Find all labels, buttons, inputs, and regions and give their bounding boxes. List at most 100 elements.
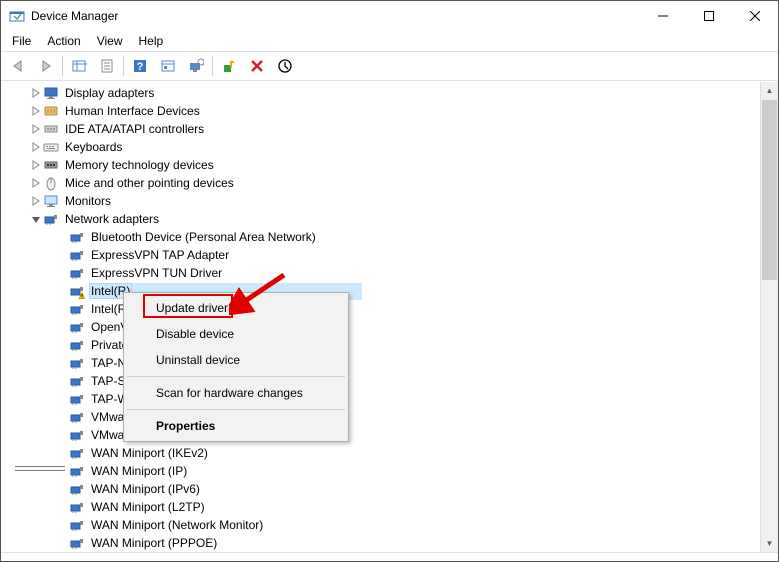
tree-device[interactable]: ExpressVPN TAP Adapter (5, 246, 760, 264)
tree-label: Bluetooth Device (Personal Area Network) (89, 229, 318, 245)
expand-icon[interactable] (29, 122, 43, 136)
app-icon (9, 8, 25, 24)
tree-device[interactable]: WAN Miniport (PPPOE) (5, 534, 760, 552)
tree-device[interactable]: TAP-W (5, 390, 760, 408)
tree-device[interactable]: WAN Miniport (IKEv2) (5, 444, 760, 462)
tree-device[interactable]: WAN Miniport (IPv6) (5, 480, 760, 498)
ctx-disable-device[interactable]: Disable device (126, 321, 346, 347)
tree-category[interactable]: IDE ATA/ATAPI controllers (5, 120, 760, 138)
tree-category[interactable]: Memory technology devices (5, 156, 760, 174)
expand-icon[interactable] (29, 86, 43, 100)
network-adapter-icon (69, 373, 85, 389)
scroll-thumb[interactable] (762, 100, 777, 280)
tree-device[interactable]: ExpressVPN TUN Driver (5, 264, 760, 282)
expand-icon[interactable] (29, 104, 43, 118)
tree-label: IDE ATA/ATAPI controllers (63, 121, 206, 137)
help-button[interactable]: ? (127, 53, 153, 79)
tree-label: WAN Miniport (IKEv2) (89, 445, 210, 461)
menu-view[interactable]: View (90, 32, 130, 50)
tree-label: WAN Miniport (IPv6) (89, 481, 202, 497)
expand-icon[interactable] (29, 176, 43, 190)
tree-label: Network adapters (63, 211, 161, 227)
tree-category[interactable]: Keyboards (5, 138, 760, 156)
network-adapter-icon (69, 481, 85, 497)
minimize-button[interactable] (640, 1, 686, 31)
network-adapter-icon (69, 409, 85, 425)
mouse-icon (43, 175, 59, 191)
tree-label: Monitors (63, 193, 113, 209)
ctx-scan-hardware[interactable]: Scan for hardware changes (126, 380, 346, 406)
ide-icon (43, 121, 59, 137)
tree-category[interactable]: Mice and other pointing devices (5, 174, 760, 192)
tree-label: WAN Miniport (IP) (89, 463, 189, 479)
menu-action[interactable]: Action (40, 32, 87, 50)
tree-device[interactable]: WAN Miniport (IP) (5, 462, 760, 480)
titlebar: Device Manager (1, 1, 778, 31)
scroll-down-arrow[interactable]: ▼ (761, 535, 778, 552)
scroll-up-arrow[interactable]: ▲ (761, 82, 778, 99)
device-manager-window: Device Manager File Action View Help ? D… (0, 0, 779, 562)
forward-button[interactable] (33, 53, 59, 79)
tree-device[interactable]: Bluetooth Device (Personal Area Network) (5, 228, 760, 246)
status-bar (1, 552, 778, 561)
ctx-uninstall-device[interactable]: Uninstall device (126, 347, 346, 373)
expand-icon[interactable] (29, 194, 43, 208)
tree-label: Keyboards (63, 139, 124, 155)
menu-file[interactable]: File (5, 32, 38, 50)
tree-device[interactable]: WAN Miniport (L2TP) (5, 498, 760, 516)
menu-help[interactable]: Help (132, 32, 171, 50)
tree-device[interactable]: !Intel(R) (5, 282, 760, 300)
tree-label: Mice and other pointing devices (63, 175, 236, 191)
network-adapter-icon (69, 535, 85, 551)
tree-label: Display adapters (63, 85, 156, 101)
toolbar-separator (62, 56, 63, 76)
tree-label: WAN Miniport (Network Monitor) (89, 517, 265, 533)
toolbar-separator (212, 56, 213, 76)
tree-device[interactable]: TAP-Su (5, 372, 760, 390)
update-driver-button[interactable] (216, 53, 242, 79)
resize-grip (15, 466, 65, 471)
network-adapter-icon (69, 427, 85, 443)
svg-text:?: ? (137, 61, 144, 73)
content-area: Display adapters Human Interface Devices I… (1, 81, 778, 552)
tree-device[interactable]: WAN Miniport (Network Monitor) (5, 516, 760, 534)
properties-button[interactable] (94, 53, 120, 79)
network-adapter-icon (69, 391, 85, 407)
toolbar: ? (1, 51, 778, 81)
ctx-separator (127, 376, 345, 377)
ctx-properties[interactable]: Properties (126, 413, 346, 439)
tree-device[interactable]: TAP-N (5, 354, 760, 372)
tree-device[interactable]: Private (5, 336, 760, 354)
uninstall-button[interactable] (244, 53, 270, 79)
tree-device[interactable]: VMware Virtual Ethernet Adapter for VMne… (5, 426, 760, 444)
tree-label: Human Interface Devices (63, 103, 202, 119)
collapse-icon[interactable] (29, 212, 43, 226)
tree-label: WAN Miniport (PPPOE) (89, 535, 219, 551)
ctx-separator (127, 409, 345, 410)
keyboard-icon (43, 139, 59, 155)
tree-device[interactable]: Intel(R) (5, 300, 760, 318)
device-tree[interactable]: Display adapters Human Interface Devices I… (1, 82, 760, 552)
tree-device[interactable]: VMware Virtual Ethernet Adapter for VMne… (5, 408, 760, 426)
tree-category[interactable]: Monitors (5, 192, 760, 210)
close-button[interactable] (732, 1, 778, 31)
disable-button[interactable] (272, 53, 298, 79)
maximize-button[interactable] (686, 1, 732, 31)
tree-device[interactable]: OpenV (5, 318, 760, 336)
tree-category[interactable]: Human Interface Devices (5, 102, 760, 120)
scan-hardware-button[interactable] (183, 53, 209, 79)
memory-icon (43, 157, 59, 173)
back-button[interactable] (5, 53, 31, 79)
tree-category-network[interactable]: Network adapters (5, 210, 760, 228)
network-adapter-icon (69, 499, 85, 515)
vertical-scrollbar[interactable]: ▲ ▼ (760, 82, 778, 552)
show-hide-tree-button[interactable] (66, 53, 92, 79)
tree-label: ExpressVPN TAP Adapter (89, 247, 231, 263)
action-button[interactable] (155, 53, 181, 79)
monitor-icon (43, 193, 59, 209)
expand-icon[interactable] (29, 140, 43, 154)
ctx-update-driver[interactable]: Update driver (126, 295, 346, 321)
expand-icon[interactable] (29, 158, 43, 172)
tree-label: WAN Miniport (L2TP) (89, 499, 207, 515)
tree-category[interactable]: Display adapters (5, 84, 760, 102)
